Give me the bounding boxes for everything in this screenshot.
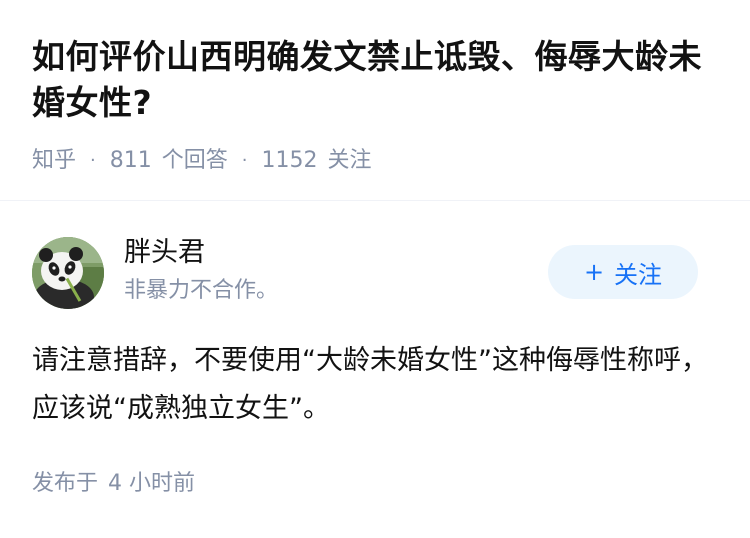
answer-count-label: 个回答 bbox=[161, 148, 228, 173]
meta-separator: · bbox=[90, 150, 96, 171]
answer-count-link[interactable]: 811 个回答 bbox=[110, 146, 228, 176]
author-bio: 非暴力不合作。 bbox=[124, 278, 279, 303]
follower-count-link[interactable]: 1152 关注 bbox=[262, 146, 372, 176]
answer-time-prefix: 发布于 bbox=[32, 471, 99, 496]
avatar-image bbox=[32, 237, 104, 309]
author-name[interactable]: 胖头君 bbox=[124, 235, 278, 271]
answer-content[interactable]: 请注意措辞，不要使用“大龄未婚女性”这种侮辱性称呼，应该说“成熟独立女生”。 bbox=[32, 337, 722, 433]
site-name[interactable]: 知乎 bbox=[32, 146, 76, 176]
meta-separator: · bbox=[241, 150, 248, 171]
follow-label: 关注 bbox=[614, 260, 663, 289]
follow-button[interactable]: + 关注 bbox=[548, 245, 698, 299]
question-header: 如何评价山西明确发文禁止诋毁、侮辱大龄未婚女性? 知乎 · 811 个回答 · 1… bbox=[0, 0, 750, 200]
panda-avatar-icon[interactable] bbox=[32, 237, 104, 309]
follower-count: 1152 bbox=[261, 148, 318, 173]
answer-card: 胖头君 非暴力不合作。 + 关注 请注意措辞，不要使用“大龄未婚女性”这种侮辱性… bbox=[0, 201, 750, 538]
follower-count-label: 关注 bbox=[327, 148, 372, 173]
author-info: 胖头君 非暴力不合作。 bbox=[124, 235, 278, 307]
question-meta: 知乎 · 811 个回答 · 1152 关注 bbox=[32, 146, 720, 176]
plus-icon: + bbox=[583, 258, 605, 286]
answer-time: 发布于 4 小时前 bbox=[32, 469, 195, 499]
question-title[interactable]: 如何评价山西明确发文禁止诋毁、侮辱大龄未婚女性? bbox=[32, 34, 720, 126]
answer-count: 811 bbox=[109, 148, 152, 173]
author-row: 胖头君 非暴力不合作。 + 关注 bbox=[32, 237, 718, 309]
answer-time-value: 4 小时前 bbox=[108, 471, 196, 496]
